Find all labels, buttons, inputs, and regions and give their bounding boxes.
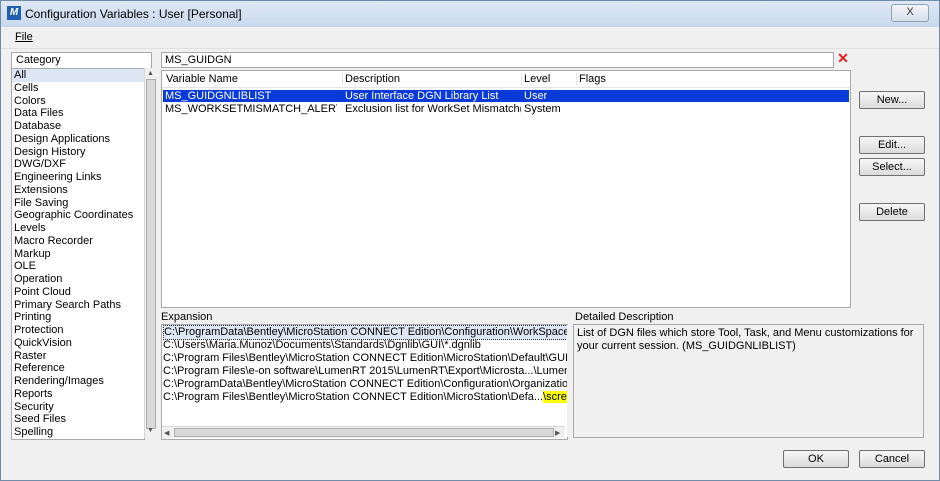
- expansion-highlight: \screen menus.dgnlib: [543, 391, 567, 403]
- table-row[interactable]: MS_WORKSETMISMATCH_ALERT_EXCLU... Exclus…: [163, 103, 849, 115]
- config-variables-dialog: M Configuration Variables : User [Person…: [0, 0, 940, 481]
- new-button[interactable]: New...: [859, 91, 925, 109]
- category-item[interactable]: Design Applications: [12, 133, 144, 146]
- edit-button-label: Edit...: [877, 139, 907, 151]
- column-flags[interactable]: Flags: [579, 73, 779, 85]
- category-items: All Cells Colors Data Files Database Design A…: [12, 69, 144, 439]
- microstation-app-icon: M: [7, 6, 21, 20]
- detail-text: List of DGN files which store Tool, Task…: [577, 327, 914, 352]
- category-item[interactable]: Security: [12, 401, 144, 414]
- new-button-label: New...: [876, 94, 908, 106]
- row-level: System: [524, 103, 561, 115]
- category-item[interactable]: Markup: [12, 248, 144, 261]
- cancel-button[interactable]: Cancel: [859, 450, 925, 468]
- ok-button-label: OK: [808, 453, 824, 465]
- category-item[interactable]: DWG/DXF: [12, 158, 144, 171]
- category-scrollbar[interactable]: ▲ ▼: [144, 68, 156, 438]
- category-item[interactable]: Primary Search Paths: [12, 299, 144, 312]
- close-button[interactable]: X: [891, 4, 929, 22]
- cancel-button-label: Cancel: [874, 453, 910, 465]
- category-item[interactable]: OLE: [12, 260, 144, 273]
- detail-label: Detailed Description: [575, 311, 674, 323]
- detail-description: List of DGN files which store Tool, Task…: [573, 324, 924, 438]
- expansion-splitter[interactable]: [567, 325, 572, 437]
- list-item[interactable]: C:\Program Files\Bentley\MicroStation CO…: [163, 391, 567, 404]
- list-item[interactable]: C:\ProgramData\Bentley\MicroStation CONN…: [163, 325, 567, 340]
- list-item[interactable]: C:\Users\Maria.Munoz\Documents\Standards…: [163, 339, 481, 352]
- category-item[interactable]: Macro Recorder: [12, 235, 144, 248]
- select-button[interactable]: Select...: [859, 158, 925, 176]
- category-item[interactable]: Extensions: [12, 184, 144, 197]
- category-item[interactable]: Colors: [12, 95, 144, 108]
- category-item[interactable]: Cells: [12, 82, 144, 95]
- category-item[interactable]: Printing: [12, 311, 144, 324]
- category-item[interactable]: Reference: [12, 362, 144, 375]
- row-description: User Interface DGN Library List: [345, 90, 499, 102]
- category-item[interactable]: Levels: [12, 222, 144, 235]
- column-description[interactable]: Description: [345, 73, 522, 85]
- select-button-label: Select...: [872, 161, 912, 173]
- row-description: Exclusion list for WorkSet Mismatch(Work…: [345, 103, 521, 115]
- category-item[interactable]: Seed Files: [12, 413, 144, 426]
- edit-button[interactable]: Edit...: [859, 136, 925, 154]
- list-item[interactable]: C:\ProgramData\Bentley\MicroStation CONN…: [163, 378, 567, 391]
- row-level: User: [524, 90, 548, 102]
- table-row[interactable]: MS_GUIDGNLIBLIST User Interface DGN Libr…: [163, 90, 849, 102]
- category-list[interactable]: All Cells Colors Data Files Database Design A…: [11, 68, 145, 440]
- expansion-hscrollbar[interactable]: ◀ ▶: [162, 426, 565, 438]
- scroll-up-arrow-icon[interactable]: ▲: [147, 70, 154, 77]
- expansion-list[interactable]: C:\ProgramData\Bentley\MicroStation CONN…: [161, 324, 568, 440]
- category-scroll-thumb[interactable]: [146, 79, 156, 429]
- title-bar: M Configuration Variables : User [Person…: [1, 1, 939, 27]
- category-item[interactable]: Raster: [12, 350, 144, 363]
- row-variable-name: MS_WORKSETMISMATCH_ALERT_EXCLU...: [165, 103, 337, 115]
- column-level[interactable]: Level: [524, 73, 577, 85]
- category-item[interactable]: Point Cloud: [12, 286, 144, 299]
- delete-button-label: Delete: [876, 206, 908, 218]
- list-item[interactable]: C:\Program Files\e-on software\LumenRT 2…: [163, 365, 567, 378]
- scroll-down-arrow-icon[interactable]: ▼: [147, 427, 154, 434]
- window-title: Configuration Variables : User [Personal…: [25, 7, 242, 21]
- category-item[interactable]: Reports: [12, 388, 144, 401]
- category-item[interactable]: Engineering Links: [12, 171, 144, 184]
- category-item[interactable]: All: [12, 69, 144, 82]
- category-header[interactable]: Category: [11, 52, 152, 69]
- menu-bar: File: [1, 28, 939, 49]
- scroll-right-arrow-icon[interactable]: ▶: [555, 429, 560, 437]
- category-item[interactable]: Rendering/Images: [12, 375, 144, 388]
- table-header: Variable Name Description Level Flags: [162, 71, 850, 88]
- category-item[interactable]: Operation: [12, 273, 144, 286]
- row-variable-name: MS_GUIDGNLIBLIST: [165, 90, 272, 102]
- menu-file[interactable]: File: [15, 31, 33, 43]
- list-item[interactable]: C:\Program Files\Bentley\MicroStation CO…: [163, 352, 567, 365]
- category-item[interactable]: Spelling: [12, 426, 144, 439]
- category-item[interactable]: Protection: [12, 324, 144, 337]
- delete-button[interactable]: Delete: [859, 203, 925, 221]
- variable-filter-input[interactable]: MS_GUIDGN: [161, 52, 834, 68]
- category-item[interactable]: QuickVision: [12, 337, 144, 350]
- category-item[interactable]: Geographic Coordinates: [12, 209, 144, 222]
- category-item[interactable]: Database: [12, 120, 144, 133]
- category-item[interactable]: Design History: [12, 146, 144, 159]
- expansion-last-prefix: C:\Program Files\Bentley\MicroStation CO…: [163, 391, 544, 403]
- expansion-label: Expansion: [161, 311, 213, 323]
- variables-table[interactable]: Variable Name Description Level Flags MS…: [161, 70, 851, 308]
- ok-button[interactable]: OK: [783, 450, 849, 468]
- column-variable-name[interactable]: Variable Name: [166, 73, 343, 85]
- expansion-scroll-thumb[interactable]: [174, 428, 554, 437]
- clear-filter-icon[interactable]: ✕: [836, 51, 850, 65]
- category-item[interactable]: File Saving: [12, 197, 144, 210]
- category-item[interactable]: Data Files: [12, 107, 144, 120]
- scroll-left-arrow-icon[interactable]: ◀: [164, 429, 169, 437]
